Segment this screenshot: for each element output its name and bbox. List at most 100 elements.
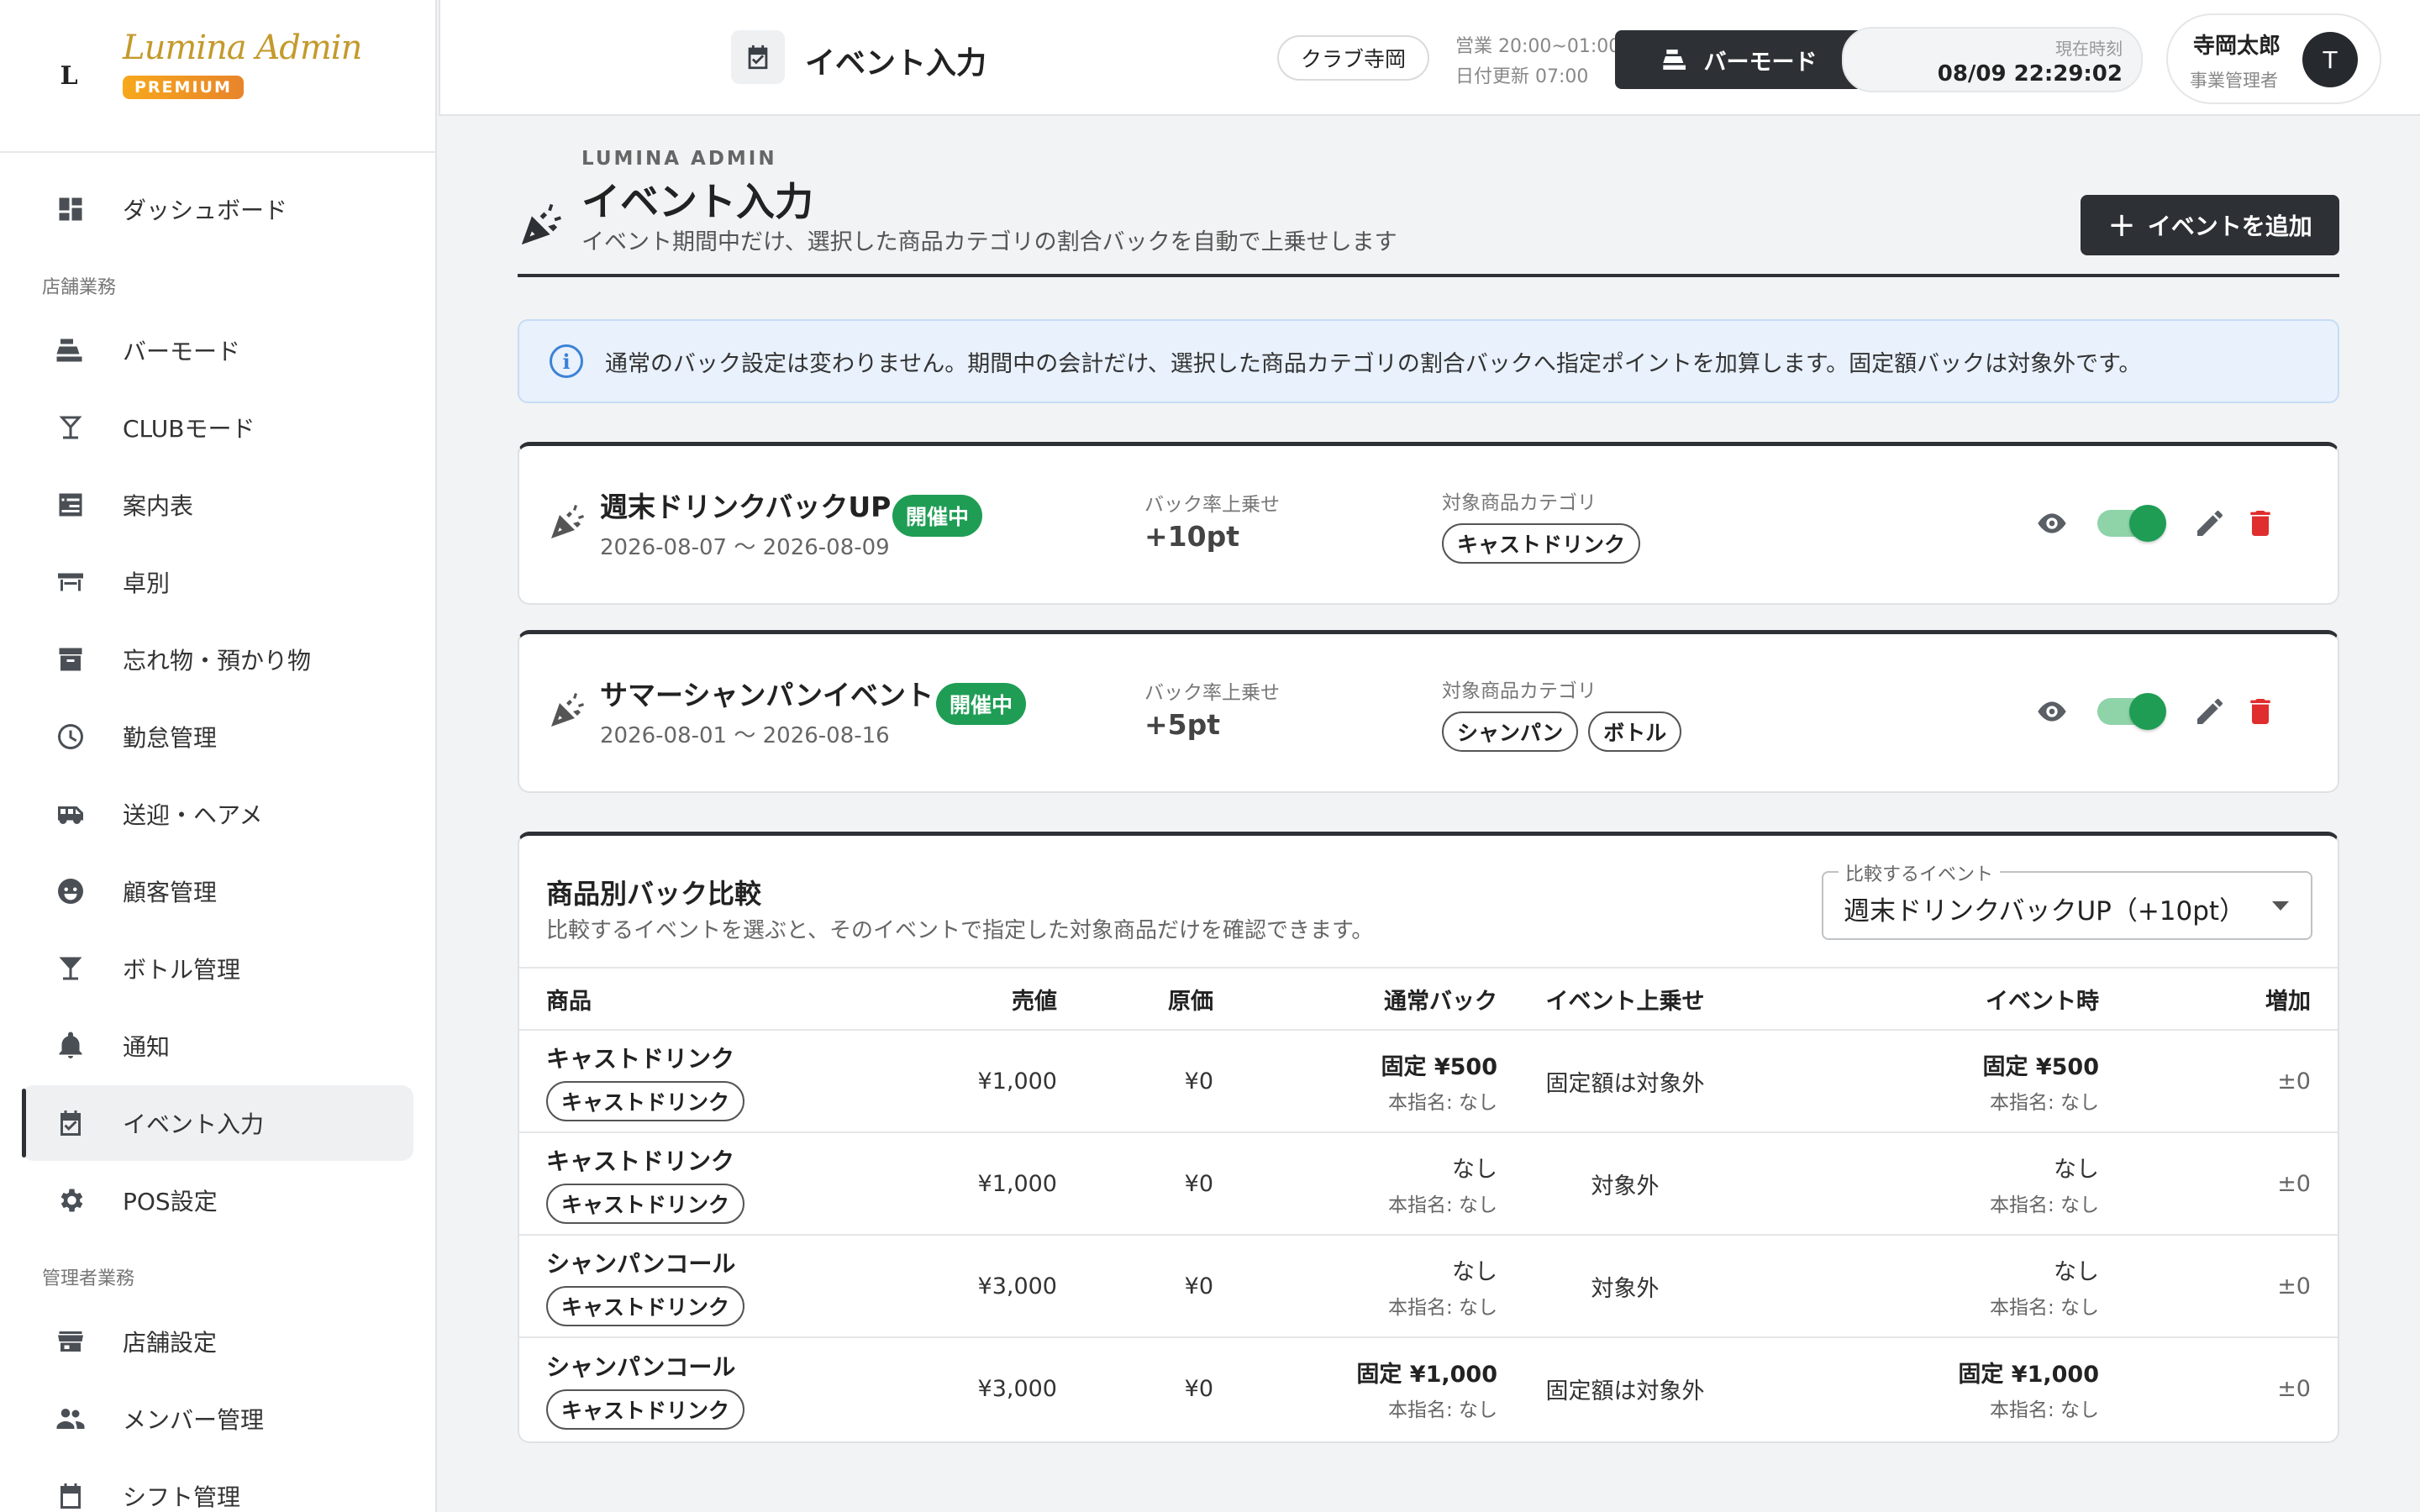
brand-logo[interactable]: L	[54, 60, 84, 91]
face-icon	[54, 874, 87, 908]
cell-normal: なし 本指名: なし	[1213, 1235, 1497, 1338]
party-popper-icon	[518, 200, 568, 250]
sidebar-item-shifts[interactable]: シフト管理	[22, 1458, 413, 1512]
top-bar: イベント入力 クラブ寺岡 営業 20:00~01:00 日付更新 07:00 バ…	[439, 0, 2420, 116]
delete-icon[interactable]	[2235, 498, 2286, 549]
category-tag: キャストドリンク	[1442, 523, 1641, 564]
sidebar: L Lumina Admin PREMIUM ダッシュボード 店舗業務 バーモー…	[0, 0, 437, 1512]
col-normal: 通常バック	[1213, 967, 1497, 1031]
delete-icon[interactable]	[2235, 686, 2286, 737]
product-name: キャストドリンク	[546, 1045, 735, 1073]
page-kicker: LUMINA ADMIN	[581, 148, 777, 170]
register-icon	[1662, 50, 1686, 70]
sidebar-item-club-mode[interactable]: CLUBモード	[22, 390, 413, 465]
category-tags: シャンパン ボトル	[1442, 711, 1691, 752]
sidebar-item-store-settings[interactable]: 店舗設定	[22, 1304, 413, 1379]
sidebar-item-label: ボトル管理	[123, 956, 241, 984]
cell-price: ¥3,000	[977, 1376, 1057, 1402]
event-name: 週末ドリンクバックUP	[600, 491, 892, 523]
category-tags: キャストドリンク	[1442, 523, 1650, 564]
add-event-label: イベントを追加	[2147, 213, 2312, 240]
sidebar-item-bar-mode[interactable]: バーモード	[22, 312, 413, 388]
bar-mode-button[interactable]: バーモード	[1615, 30, 1864, 89]
rate-label: バック率上乗せ	[1144, 682, 1280, 704]
cell-normal: 固定 ¥1,000 本指名: なし	[1213, 1337, 1497, 1440]
comparison-table: 商品 売値 原価 通常バック イベント上乗せ イベント時 増加 キャストドリンク…	[519, 967, 2338, 1440]
store-chip[interactable]: クラブ寺岡	[1277, 35, 1430, 81]
sidebar-item-lost-items[interactable]: 忘れ物・預かり物	[22, 622, 413, 697]
gear-icon	[54, 1184, 87, 1217]
normal-sub: 本指名: なし	[1387, 1091, 1497, 1114]
enable-toggle[interactable]	[2097, 693, 2166, 730]
sidebar-item-pos-settings[interactable]: POS設定	[22, 1163, 413, 1238]
sidebar-item-members[interactable]: メンバー管理	[22, 1381, 413, 1457]
normal-sub: 本指名: なし	[1387, 1296, 1497, 1319]
calendar-check-icon	[54, 1106, 87, 1140]
brand: L Lumina Admin PREMIUM	[0, 0, 435, 153]
premium-badge: PREMIUM	[123, 76, 244, 99]
event-select[interactable]: 比較するイベント 週末ドリンクバックUP（+10pt）	[1822, 859, 2312, 940]
event-name: サマーシャンパンイベント	[600, 679, 934, 711]
page-subtitle: イベント期間中だけ、選択した商品カテゴリの割合バックを自動で上乗せします	[581, 229, 1397, 255]
sidebar-item-notifications[interactable]: 通知	[22, 1008, 413, 1084]
event-sub: 本指名: なし	[1989, 1194, 2099, 1216]
product-name: シャンパンコール	[546, 1352, 736, 1381]
cocktail-icon	[54, 411, 87, 444]
sidebar-item-pickup[interactable]: 送迎・ヘアメ	[22, 776, 413, 852]
col-price: 売値	[889, 967, 1057, 1031]
register-icon	[54, 333, 87, 367]
page-title: イベント入力	[581, 179, 813, 224]
calendar-check-icon	[731, 30, 785, 84]
info-icon: i	[550, 344, 583, 378]
edit-icon[interactable]	[2185, 498, 2235, 549]
nav-section-admin: 管理者業務	[42, 1268, 135, 1289]
category-tag: シャンパン	[1442, 711, 1579, 752]
hours-text: 営業 20:00~01:00	[1455, 36, 1621, 57]
table-row: シャンパンコール キャストドリンク ¥3,000 ¥0 なし 本指名: なし 対象外…	[519, 1235, 2338, 1338]
header-divider	[518, 274, 2339, 277]
add-event-button[interactable]: + イベントを追加	[2081, 195, 2339, 255]
brand-name: Lumina Admin	[123, 29, 362, 67]
business-hours: 営業 20:00~01:00 日付更新 07:00	[1455, 32, 1620, 92]
event-dates: 2026-08-01 〜 2026-08-16	[600, 723, 890, 748]
sidebar-item-event-input[interactable]: イベント入力	[22, 1085, 413, 1161]
calendar-icon	[54, 1479, 87, 1512]
event-actions	[2027, 686, 2286, 737]
cell-extra: 固定額は対象外	[1497, 1030, 1753, 1133]
category-tag: キャストドリンク	[546, 1389, 745, 1430]
info-banner: i 通常のバック設定は変わりません。期間中の会計だけ、選択した商品カテゴリの割合…	[518, 319, 2339, 403]
edit-icon[interactable]	[2185, 686, 2235, 737]
normal-sub: 本指名: なし	[1387, 1194, 1497, 1216]
plus-icon: +	[2107, 206, 2136, 244]
rate-value: +5pt	[1144, 708, 1221, 741]
sidebar-item-customers[interactable]: 顧客管理	[22, 853, 413, 929]
people-icon	[54, 1402, 87, 1436]
event-actions	[2027, 498, 2286, 549]
sidebar-item-label: イベント入力	[123, 1110, 265, 1138]
cell-normal: なし 本指名: なし	[1213, 1132, 1497, 1236]
sidebar-item-table-view[interactable]: 卓別	[22, 544, 413, 620]
event-value: 固定 ¥500	[1982, 1053, 2099, 1080]
event-card: 週末ドリンクバックUP 開催中 2026-08-07 〜 2026-08-09 …	[518, 442, 2339, 605]
enable-toggle[interactable]	[2097, 505, 2166, 542]
sidebar-item-dashboard[interactable]: ダッシュボード	[22, 171, 413, 247]
avatar[interactable]: T	[2302, 32, 2358, 87]
current-time: 現在時刻 08/09 22:29:02	[1842, 27, 2143, 92]
sidebar-item-bottles[interactable]: ボトル管理	[22, 931, 413, 1006]
user-menu[interactable]: 寺岡太郎 事業管理者 T	[2166, 13, 2381, 104]
bell-icon	[54, 1029, 87, 1063]
eye-icon[interactable]	[2027, 686, 2077, 737]
eye-icon[interactable]	[2027, 498, 2077, 549]
comparison-title: 商品別バック比較	[546, 878, 762, 910]
sidebar-item-label: CLUBモード	[123, 415, 255, 443]
sidebar-item-label: ダッシュボード	[123, 197, 288, 224]
sidebar-item-attendance[interactable]: 勤怠管理	[22, 699, 413, 774]
select-value: 週末ドリンクバックUP（+10pt）	[1844, 896, 2246, 927]
event-value: なし	[2054, 1258, 2099, 1285]
category-tag: キャストドリンク	[546, 1286, 745, 1326]
sidebar-item-guide-table[interactable]: 案内表	[22, 467, 413, 543]
cell-price: ¥1,000	[889, 1132, 1057, 1236]
cell-increase: ±0	[2099, 1132, 2338, 1236]
cell-product: キャストドリンク キャストドリンク	[519, 1132, 889, 1236]
cell-product: シャンパンコールキャストドリンク	[519, 1337, 889, 1440]
